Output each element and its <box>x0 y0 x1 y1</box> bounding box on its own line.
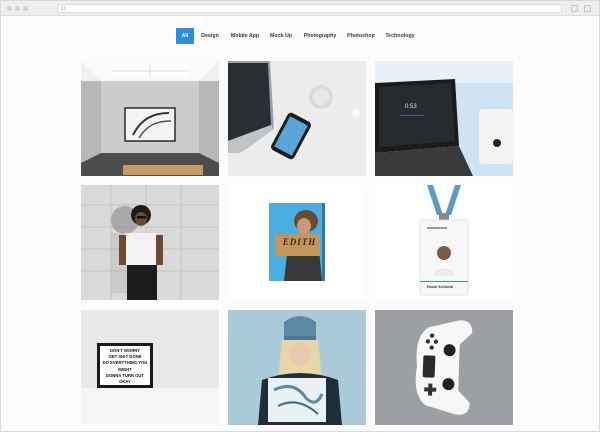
laptop-clock-text: 0:53 <box>405 104 417 110</box>
extension-icon[interactable] <box>571 5 578 12</box>
gallery-laptop-speaker-image: 0:53 <box>375 61 513 176</box>
search-icon <box>61 6 66 11</box>
poster-line: DO EVERYTHING YOU <box>102 360 148 366</box>
gallery-item-game-controller[interactable] <box>375 310 513 425</box>
menu-icon[interactable] <box>584 5 591 12</box>
window-close-dot[interactable] <box>7 6 12 11</box>
poster-text: DON'T WORRY GET SH!T DONE DO EVERYTHING … <box>100 348 150 385</box>
address-bar[interactable] <box>57 4 562 13</box>
filter-technology[interactable]: Technology <box>383 28 417 44</box>
gallery-item-portrait-man[interactable] <box>81 185 219 300</box>
poster-line: DONNA TURN OUT OKAY <box>106 372 144 385</box>
gallery-item-woman-beanie[interactable] <box>228 310 366 425</box>
gallery-item-book[interactable]: EDITH <box>228 185 366 300</box>
badge-name: Hoodi Schinedi <box>427 285 454 289</box>
gallery-woman-beanie-image <box>228 310 366 425</box>
gallery-room-image <box>81 61 219 176</box>
gallery-item-id-badge[interactable]: Hoodi Schinedi <box>375 185 513 300</box>
portfolio-filter-bar: All Design Mobile App Mock Up Photograph… <box>1 28 599 44</box>
gallery-item-poster[interactable]: DON'T WORRY GET SH!T DONE DO EVERYTHING … <box>81 310 219 425</box>
gallery-portrait-man-image <box>81 185 219 300</box>
filter-all[interactable]: All <box>176 28 194 44</box>
filter-photography[interactable]: Photography <box>301 28 339 44</box>
browser-window: All Design Mobile App Mock Up Photograph… <box>0 0 600 432</box>
gallery-laptop-phone-image <box>228 61 366 176</box>
filter-photoshop[interactable]: Photoshop <box>344 28 378 44</box>
gallery-item-laptop-speaker[interactable]: 0:53 <box>375 61 513 176</box>
filter-mobile-app[interactable]: Mobile App <box>228 28 262 44</box>
browser-toolbar <box>1 1 599 16</box>
gallery-item-laptop-phone[interactable] <box>228 61 366 176</box>
filter-design[interactable]: Design <box>198 28 222 44</box>
gallery-id-badge-image <box>375 185 513 300</box>
filter-mock-up[interactable]: Mock Up <box>267 28 295 44</box>
gallery-game-controller-image <box>375 310 513 425</box>
book-title: EDITH <box>282 237 317 247</box>
window-maximize-dot[interactable] <box>23 6 28 11</box>
gallery-item-art-room[interactable] <box>81 61 219 176</box>
window-minimize-dot[interactable] <box>15 6 20 11</box>
